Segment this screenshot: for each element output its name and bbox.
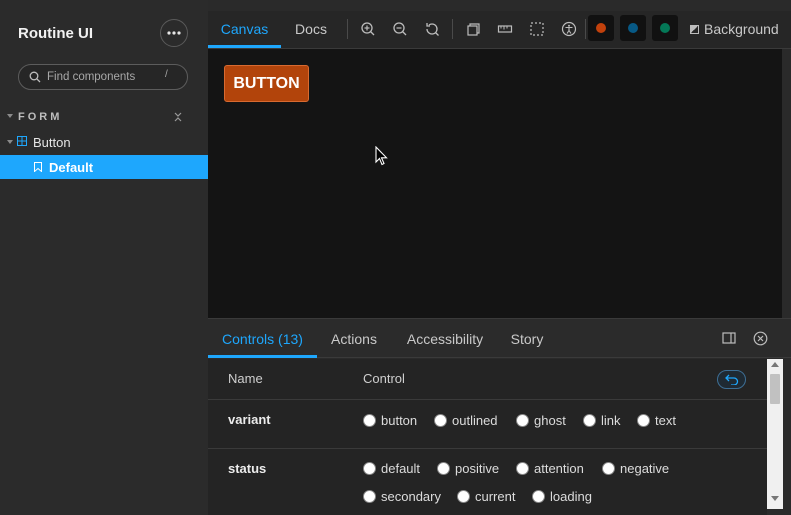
search-icon (29, 71, 41, 83)
tree-item-button[interactable]: Button (0, 130, 208, 154)
swatch-dot (628, 23, 638, 33)
more-options-button[interactable] (160, 19, 188, 47)
ellipsis-icon (167, 31, 181, 35)
control-name: variant (228, 412, 271, 427)
tab-docs-label: Docs (295, 21, 327, 37)
tab-controls[interactable]: Controls (13) (208, 319, 317, 358)
toolbar-divider (585, 19, 586, 39)
sidebar: Routine UI / FORM Button Default (0, 0, 208, 515)
radio-button[interactable] (602, 462, 615, 475)
tree-item-default-label: Default (49, 160, 94, 175)
zoom-out-icon[interactable] (391, 20, 409, 38)
control-row-status: status default positive attention negati… (208, 449, 767, 515)
radio-button[interactable] (363, 490, 376, 503)
zoom-in-icon[interactable] (359, 20, 377, 38)
toolbar-divider (347, 19, 348, 39)
tab-story[interactable]: Story (506, 319, 548, 358)
toolbar: Canvas Docs Background (208, 11, 791, 49)
radio-button[interactable] (434, 414, 447, 427)
controls-header: Name Control (208, 359, 767, 400)
radio-button[interactable] (457, 490, 470, 503)
radio-label: secondary (381, 489, 441, 504)
component-icon (17, 136, 27, 146)
radio-label: attention (534, 461, 584, 476)
collapse-all-icon[interactable] (172, 111, 184, 123)
tab-story-label: Story (510, 331, 544, 347)
radio-button[interactable] (516, 414, 529, 427)
background-icon (690, 25, 699, 34)
group-form-label: FORM (18, 111, 63, 123)
toolbar-divider (452, 19, 453, 39)
radio-button[interactable] (437, 462, 450, 475)
control-name: status (228, 461, 267, 476)
addons-tabbar: Controls (13) Actions Accessibility Stor… (208, 318, 791, 358)
tab-accessibility-label: Accessibility (406, 331, 484, 347)
column-control-header: Control (363, 371, 405, 386)
brand-title[interactable]: Routine UI (18, 25, 93, 42)
canvas-edge (782, 49, 791, 318)
search-box[interactable]: / (18, 64, 188, 90)
radio-label: outlined (452, 413, 498, 428)
radio-label: text (655, 413, 676, 428)
radio-label: current (475, 489, 516, 504)
tab-actions[interactable]: Actions (326, 319, 382, 358)
search-shortcut-hint: / (165, 69, 168, 80)
scrollbar-thumb[interactable] (770, 374, 780, 404)
mouse-cursor-icon (375, 146, 388, 166)
swatch-dot (596, 23, 606, 33)
zoom-reset-icon[interactable] (423, 20, 441, 38)
control-row-variant: variant button outlined ghost link text (208, 400, 767, 449)
tree-item-default[interactable]: Default (0, 155, 208, 179)
preview-button[interactable]: BUTTON (224, 65, 309, 102)
scroll-down-icon[interactable] (771, 496, 779, 501)
radio-label: loading (550, 489, 592, 504)
panel-layout-icon[interactable] (722, 331, 736, 345)
canvas-preview[interactable]: BUTTON (208, 49, 782, 318)
caret-down-icon (7, 114, 13, 118)
radio-button[interactable] (363, 414, 376, 427)
tab-canvas[interactable]: Canvas (208, 11, 281, 48)
radio-label: positive (455, 461, 500, 476)
accessibility-icon[interactable] (560, 20, 578, 38)
group-form[interactable]: FORM (0, 108, 208, 126)
tab-canvas-label: Canvas (220, 21, 269, 37)
ruler-icon[interactable] (496, 20, 514, 38)
component-outline-icon[interactable] (464, 20, 482, 38)
swatch-orange[interactable] (588, 15, 614, 41)
swatch-blue[interactable] (620, 15, 646, 41)
radio-button[interactable] (583, 414, 596, 427)
tab-controls-label: Controls (13) (222, 331, 303, 347)
close-panel-icon[interactable] (753, 331, 768, 346)
background-label: Background (704, 21, 779, 37)
bookmark-icon (34, 162, 42, 172)
outline-icon[interactable] (528, 20, 546, 38)
radio-button[interactable] (532, 490, 545, 503)
radio-label: negative (620, 461, 670, 476)
tree-item-button-label: Button (33, 135, 71, 150)
tab-accessibility[interactable]: Accessibility (400, 319, 490, 358)
controls-table: Name Control variant button outlined gho… (208, 359, 767, 515)
swatch-green[interactable] (652, 15, 678, 41)
controls-scrollbar[interactable] (767, 359, 783, 509)
radio-label: button (381, 413, 418, 428)
undo-icon (725, 374, 739, 385)
tab-actions-label: Actions (331, 331, 377, 347)
radio-label: link (601, 413, 621, 428)
column-name-header: Name (228, 371, 263, 386)
radio-button[interactable] (637, 414, 650, 427)
scroll-up-icon[interactable] (771, 362, 779, 367)
radio-label: ghost (534, 413, 566, 428)
search-input[interactable] (47, 68, 167, 86)
radio-button[interactable] (363, 462, 376, 475)
tab-docs[interactable]: Docs (288, 11, 334, 48)
caret-down-icon (7, 140, 13, 144)
swatch-dot (660, 23, 670, 33)
reset-controls-button[interactable] (717, 370, 746, 389)
radio-button[interactable] (516, 462, 529, 475)
radio-label: default (381, 461, 421, 476)
background-button[interactable]: Background (690, 21, 779, 37)
